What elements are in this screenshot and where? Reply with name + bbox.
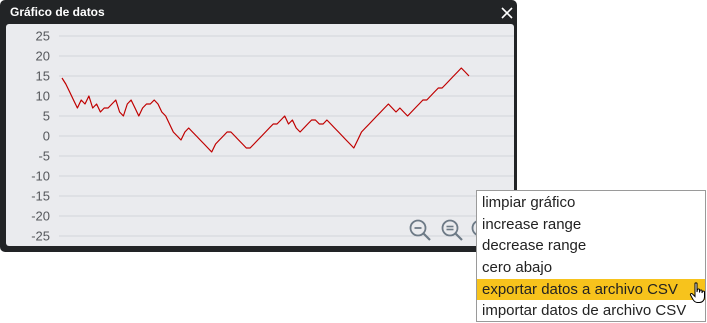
chart-window: Gráfico de datos 25 20 15 10 5 0 -5 -10 -15 -20 -2… bbox=[0, 0, 517, 252]
window-titlebar[interactable]: Gráfico de datos bbox=[0, 0, 517, 23]
menu-item-exportar-csv[interactable]: exportar datos a archivo CSV bbox=[477, 279, 705, 300]
y-tick-label: 10 bbox=[36, 89, 50, 104]
menu-item-importar-csv[interactable]: importar datos de archivo CSV bbox=[477, 300, 705, 321]
y-tick-label: -15 bbox=[31, 189, 50, 204]
y-tick-label: 25 bbox=[36, 29, 50, 44]
y-tick-label: 15 bbox=[36, 69, 50, 84]
series-line bbox=[61, 67, 470, 153]
window-title: Gráfico de datos bbox=[10, 5, 105, 19]
y-tick-label: 5 bbox=[43, 109, 50, 124]
y-tick-label: 0 bbox=[43, 129, 50, 144]
menu-item-limpiar-grafico[interactable]: limpiar gráfico bbox=[477, 192, 705, 213]
chart-area[interactable]: 25 20 15 10 5 0 -5 -10 -15 -20 -25 bbox=[6, 24, 514, 246]
zoom-reset-icon[interactable] bbox=[440, 218, 464, 242]
line-chart: 25 20 15 10 5 0 -5 -10 -15 -20 -25 bbox=[31, 29, 514, 244]
y-tick-label: -5 bbox=[38, 149, 50, 164]
close-icon[interactable] bbox=[499, 5, 515, 21]
menu-item-cero-abajo[interactable]: cero abajo bbox=[477, 257, 705, 278]
y-tick-label: -20 bbox=[31, 209, 50, 224]
zoom-out-icon[interactable] bbox=[408, 218, 432, 242]
menu-item-increase-range[interactable]: increase range bbox=[477, 214, 705, 235]
y-tick-label: 20 bbox=[36, 49, 50, 64]
y-tick-label: -25 bbox=[31, 229, 50, 244]
hand-pointer-icon bbox=[689, 282, 705, 303]
menu-item-decrease-range[interactable]: decrease range bbox=[477, 235, 705, 256]
context-menu: limpiar gráfico increase range decrease … bbox=[476, 190, 706, 322]
y-tick-label: -10 bbox=[31, 169, 50, 184]
